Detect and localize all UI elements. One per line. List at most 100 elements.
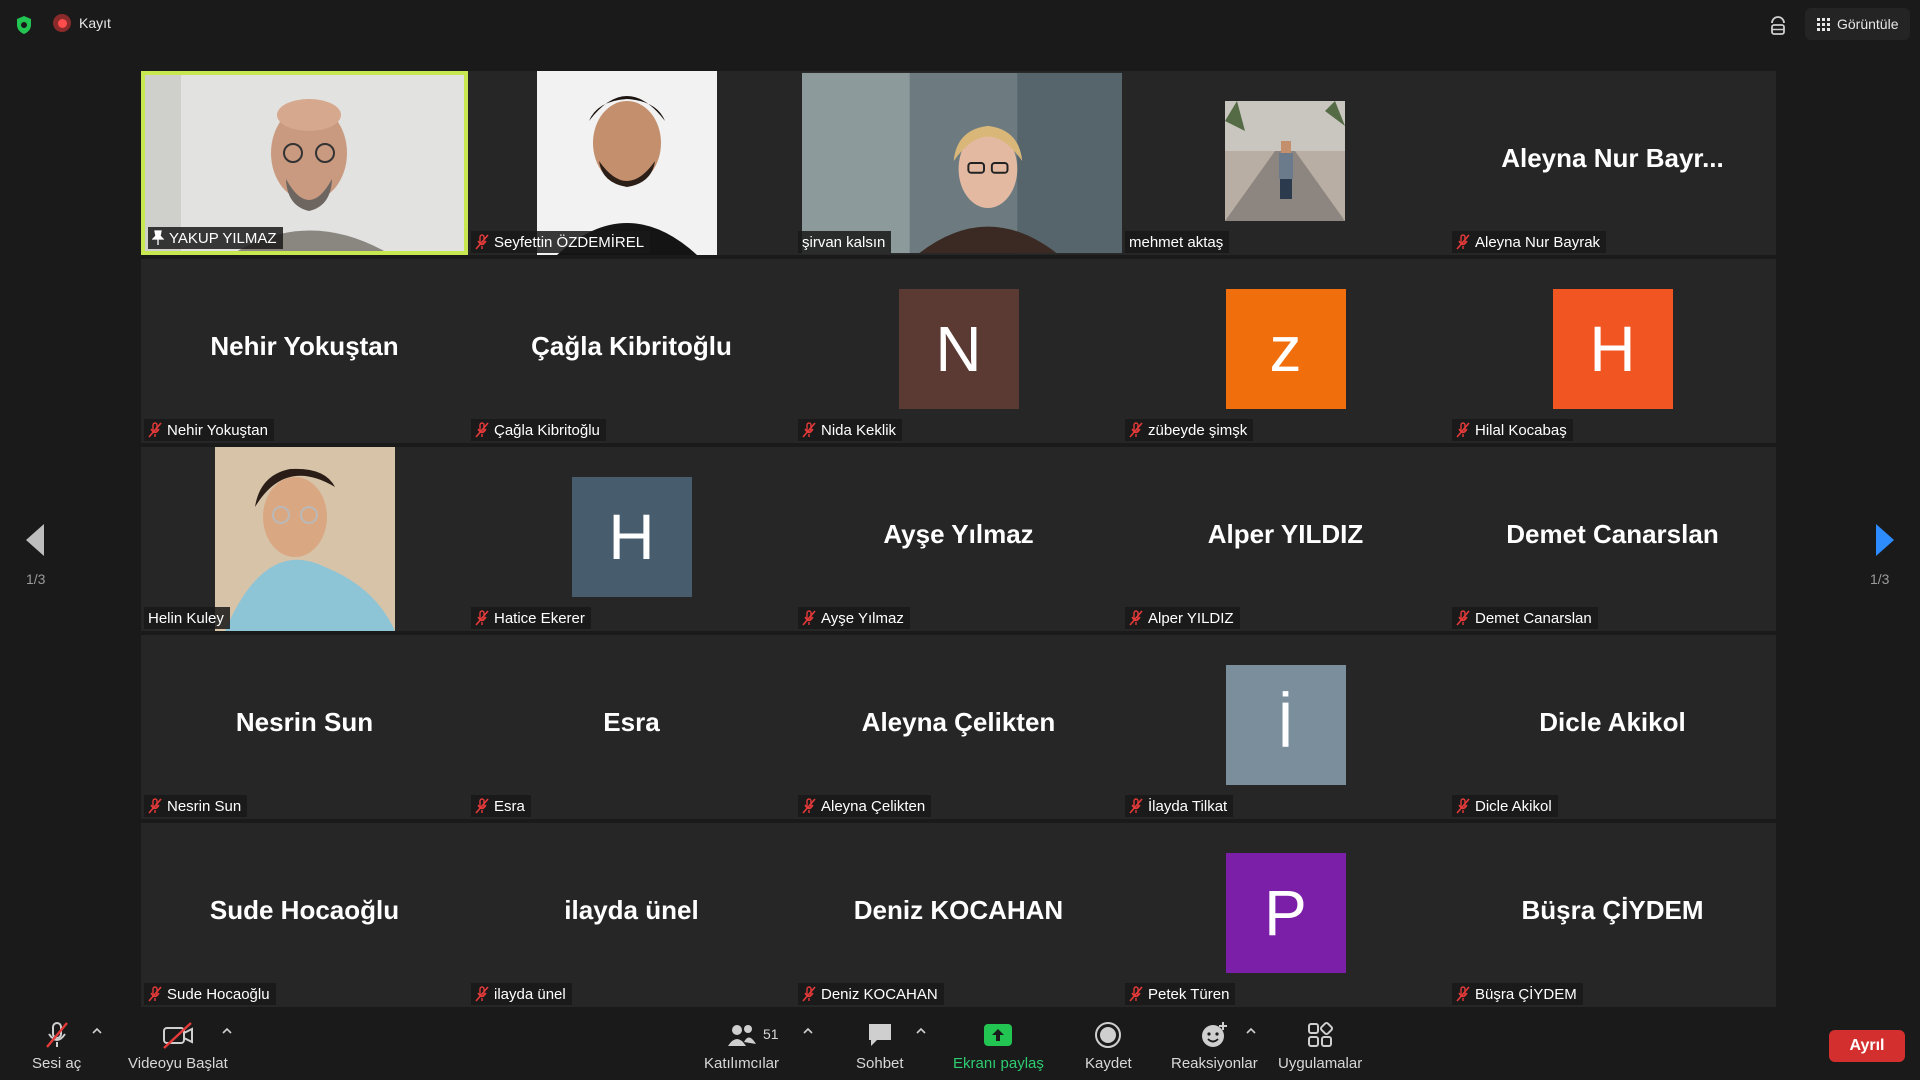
participant-display-name: Esra — [603, 707, 660, 737]
next-page-arrow-icon[interactable] — [1870, 520, 1898, 560]
video-tile-ilayda-tilkat[interactable]: İ İlayda Tilkat — [1122, 635, 1449, 819]
participant-display-name: Aleyna Çelikten — [861, 707, 1056, 737]
participant-display-name: Aleyna Nur Bayr... — [1501, 143, 1724, 173]
muted-mic-icon — [802, 610, 816, 626]
video-tile-ilayda-unel[interactable]: ilayda ünel ilayda ünel — [468, 823, 795, 1007]
participant-name: Dicle Akikol — [1475, 797, 1552, 815]
unmute-label: Sesi aç — [32, 1055, 82, 1072]
previous-page-arrow-icon[interactable] — [22, 520, 50, 560]
video-tile-deniz-kocahan[interactable]: Deniz KOCAHAN Deniz KOCAHAN — [795, 823, 1122, 1007]
video-tile-nida-keklik[interactable]: N Nida Keklik — [795, 259, 1122, 443]
muted-mic-icon — [45, 1022, 68, 1048]
muted-mic-icon — [148, 986, 162, 1002]
leave-button[interactable]: Ayrıl — [1829, 1030, 1905, 1062]
video-tile-esra[interactable]: Esra Esra — [468, 635, 795, 819]
muted-mic-icon — [802, 986, 816, 1002]
video-tile-zubeyde-simsk[interactable]: z zübeyde şimşk — [1122, 259, 1449, 443]
muted-mic-icon — [148, 422, 162, 438]
video-tile-nehir-yokustan[interactable]: Nehir Yokuştan Nehir Yokuştan — [141, 259, 468, 443]
video-tile-alper-yildiz[interactable]: Alper YILDIZ Alper YILDIZ — [1122, 447, 1449, 631]
muted-mic-icon — [802, 798, 816, 814]
video-tile-ayse-yilmaz[interactable]: Ayşe Yılmaz Ayşe Yılmaz — [795, 447, 1122, 631]
immersive-view-icon[interactable] — [1767, 14, 1789, 36]
video-tile-aleyna-nur-bayrak[interactable]: Aleyna Nur Bayr... Aleyna Nur Bayrak — [1449, 71, 1776, 255]
participant-name-tag: Sude Hocaoğlu — [144, 983, 276, 1005]
video-tile-helin-kuley[interactable]: Helin Kuley — [141, 447, 468, 631]
participant-name-tag: mehmet aktaş — [1125, 231, 1230, 253]
record-label: Kaydet — [1085, 1055, 1132, 1072]
video-tile-yakup-yilmaz[interactable]: YAKUP YILMAZ — [141, 71, 468, 255]
reactions-caret-icon[interactable] — [1245, 1026, 1257, 1036]
participant-name-tag: Seyfettin ÖZDEMİREL — [471, 231, 651, 253]
video-tile-mehmet-aktas[interactable]: mehmet aktaş — [1122, 71, 1449, 255]
participant-name: ilayda ünel — [494, 985, 566, 1003]
participants-label: Katılımcılar — [704, 1055, 780, 1072]
avatar: N — [898, 289, 1019, 409]
participant-name-tag: ilayda ünel — [471, 983, 572, 1005]
apps-label: Uygulamalar — [1278, 1055, 1363, 1072]
share-screen-button[interactable]: Ekranı paylaş — [953, 1020, 1044, 1072]
participant-name-tag: Nesrin Sun — [144, 795, 248, 817]
participants-caret-icon[interactable] — [802, 1026, 814, 1036]
video-tile-aleyna-celikten[interactable]: Aleyna Çelikten Aleyna Çelikten — [795, 635, 1122, 819]
muted-mic-icon — [475, 986, 489, 1002]
participant-video — [802, 72, 1122, 254]
record-icon — [53, 14, 71, 32]
video-tile-cagla-kibritoglu[interactable]: Çağla Kibritoğlu Çağla Kibritoğlu — [468, 259, 795, 443]
apps-icon — [1308, 1021, 1334, 1047]
muted-mic-icon — [1129, 798, 1143, 814]
participant-name: Seyfettin ÖZDEMİREL — [494, 233, 645, 251]
avatar: İ — [1225, 665, 1346, 785]
unmute-button[interactable]: Sesi aç — [32, 1020, 81, 1072]
apps-button[interactable]: Uygulamalar — [1278, 1020, 1362, 1072]
participant-name: Aleyna Nur Bayrak — [1475, 233, 1601, 251]
video-options-caret-icon[interactable] — [221, 1026, 233, 1036]
video-tile-dicle-akikol[interactable]: Dicle Akikol Dicle Akikol — [1449, 635, 1776, 819]
participant-name-tag: Aleyna Çelikten — [798, 795, 932, 817]
participant-photo — [537, 71, 717, 255]
chat-button[interactable]: Sohbet — [856, 1020, 904, 1072]
participant-name-tag: Helin Kuley — [144, 607, 230, 629]
start-video-button[interactable]: Videoyu Başlat — [128, 1020, 228, 1072]
video-tile-hatice-ekerer[interactable]: H Hatice Ekerer — [468, 447, 795, 631]
shield-icon[interactable] — [15, 15, 33, 35]
participant-name: Petek Türen — [1148, 985, 1230, 1003]
video-tile-demet-canarslan[interactable]: Demet Canarslan Demet Canarslan — [1449, 447, 1776, 631]
muted-mic-icon — [475, 610, 489, 626]
chat-caret-icon[interactable] — [915, 1026, 927, 1036]
participant-name: Esra — [494, 797, 525, 815]
participant-name: Sude Hocaoğlu — [167, 985, 270, 1003]
video-tile-seyfettin-ozdemirel[interactable]: Seyfettin ÖZDEMİREL — [468, 71, 795, 255]
participant-display-name: Çağla Kibritoğlu — [531, 331, 732, 361]
participant-display-name: Demet Canarslan — [1506, 519, 1719, 549]
record-button[interactable]: Kaydet — [1085, 1020, 1132, 1072]
share-screen-icon — [984, 1024, 1013, 1046]
participants-count: 51 — [763, 1026, 779, 1042]
muted-mic-icon — [1129, 986, 1143, 1002]
video-tile-sude-hocaoglu[interactable]: Sude Hocaoğlu Sude Hocaoğlu — [141, 823, 468, 1007]
muted-mic-icon — [475, 798, 489, 814]
video-tile-busra-ciydem[interactable]: Büşra ÇİYDEM Büşra ÇİYDEM — [1449, 823, 1776, 1007]
audio-options-caret-icon[interactable] — [91, 1026, 103, 1036]
view-button[interactable]: Görüntüle — [1805, 8, 1911, 40]
participant-name: Alper YILDIZ — [1148, 609, 1234, 627]
muted-mic-icon — [1456, 986, 1470, 1002]
video-tile-nesrin-sun[interactable]: Nesrin Sun Nesrin Sun — [141, 635, 468, 819]
participant-name: Büşra ÇİYDEM — [1475, 985, 1577, 1003]
participant-name-tag: Esra — [471, 795, 531, 817]
chat-label: Sohbet — [856, 1055, 904, 1072]
video-tile-hilal-kocabas[interactable]: H Hilal Kocabaş — [1449, 259, 1776, 443]
participant-name-tag: Hilal Kocabaş — [1452, 419, 1573, 441]
muted-mic-icon — [1456, 798, 1470, 814]
record-icon — [1095, 1022, 1122, 1048]
participant-display-name: Deniz KOCAHAN — [853, 895, 1064, 925]
participant-display-name: Sude Hocaoğlu — [209, 895, 400, 925]
video-tile-petek-turen[interactable]: P Petek Türen — [1122, 823, 1449, 1007]
participant-photo — [1225, 101, 1345, 221]
muted-mic-icon — [1456, 610, 1470, 626]
video-tile-sirvan-kalsin[interactable]: şirvan kalsın — [795, 71, 1122, 255]
participant-name-tag: Aleyna Nur Bayrak — [1452, 231, 1607, 253]
participant-name-tag: Hatice Ekerer — [471, 607, 591, 629]
participant-name-tag: Demet Canarslan — [1452, 607, 1598, 629]
recording-indicator[interactable]: Kayıt — [53, 14, 111, 32]
